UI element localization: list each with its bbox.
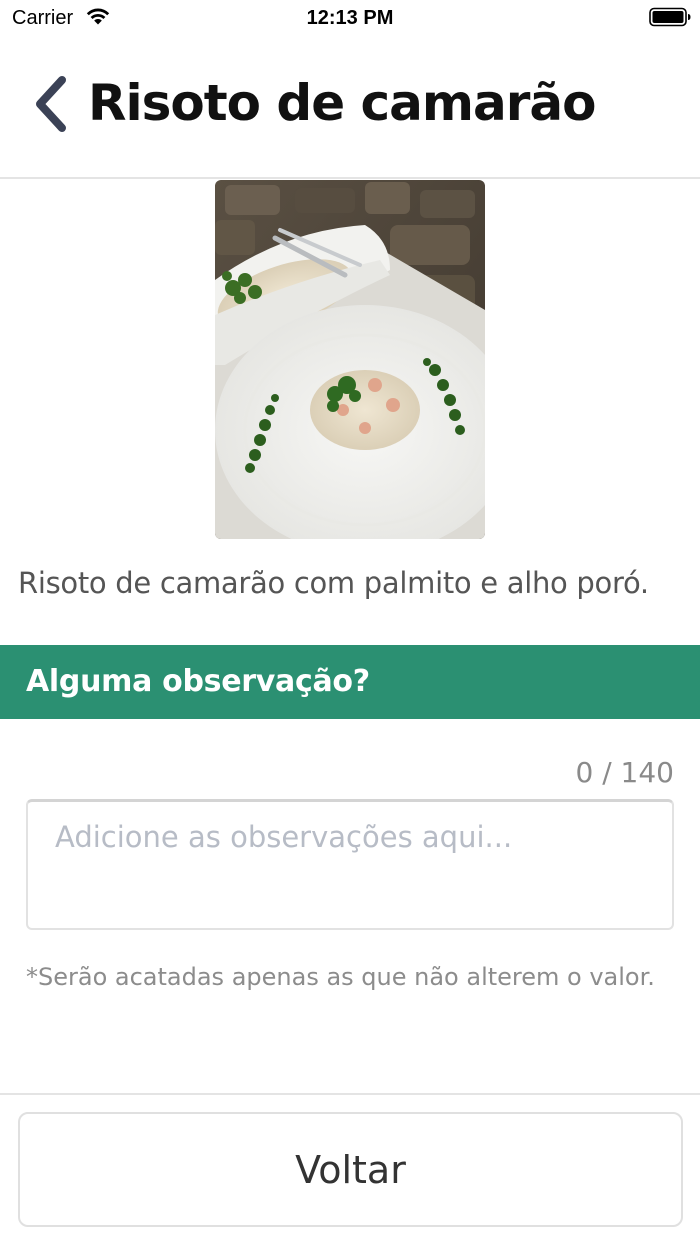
dish-description: Risoto de camarão com palmito e alho por… <box>18 566 649 600</box>
status-time: 12:13 PM <box>306 7 394 29</box>
nav-header: Risoto de camarão <box>0 40 700 179</box>
product-detail-screen: Carrier 12:13 PM Risoto de camarão Risot… <box>0 0 700 1244</box>
footer-divider <box>0 1093 700 1095</box>
observations-section-header: Alguma observação? <box>0 645 700 719</box>
observations-input[interactable] <box>26 799 674 930</box>
dish-photo <box>215 180 485 539</box>
chevron-left-icon[interactable] <box>30 76 70 132</box>
battery-icon <box>649 7 691 27</box>
observations-title: Alguma observação? <box>26 664 370 699</box>
dish-photo-image <box>215 180 485 539</box>
status-bar: Carrier 12:13 PM <box>0 0 700 40</box>
character-counter: 0 / 140 <box>575 756 675 789</box>
observations-hint: *Serão acatadas apenas as que não altere… <box>26 963 655 991</box>
back-button[interactable]: Voltar <box>18 1112 683 1227</box>
page-title: Risoto de camarão <box>88 74 596 132</box>
